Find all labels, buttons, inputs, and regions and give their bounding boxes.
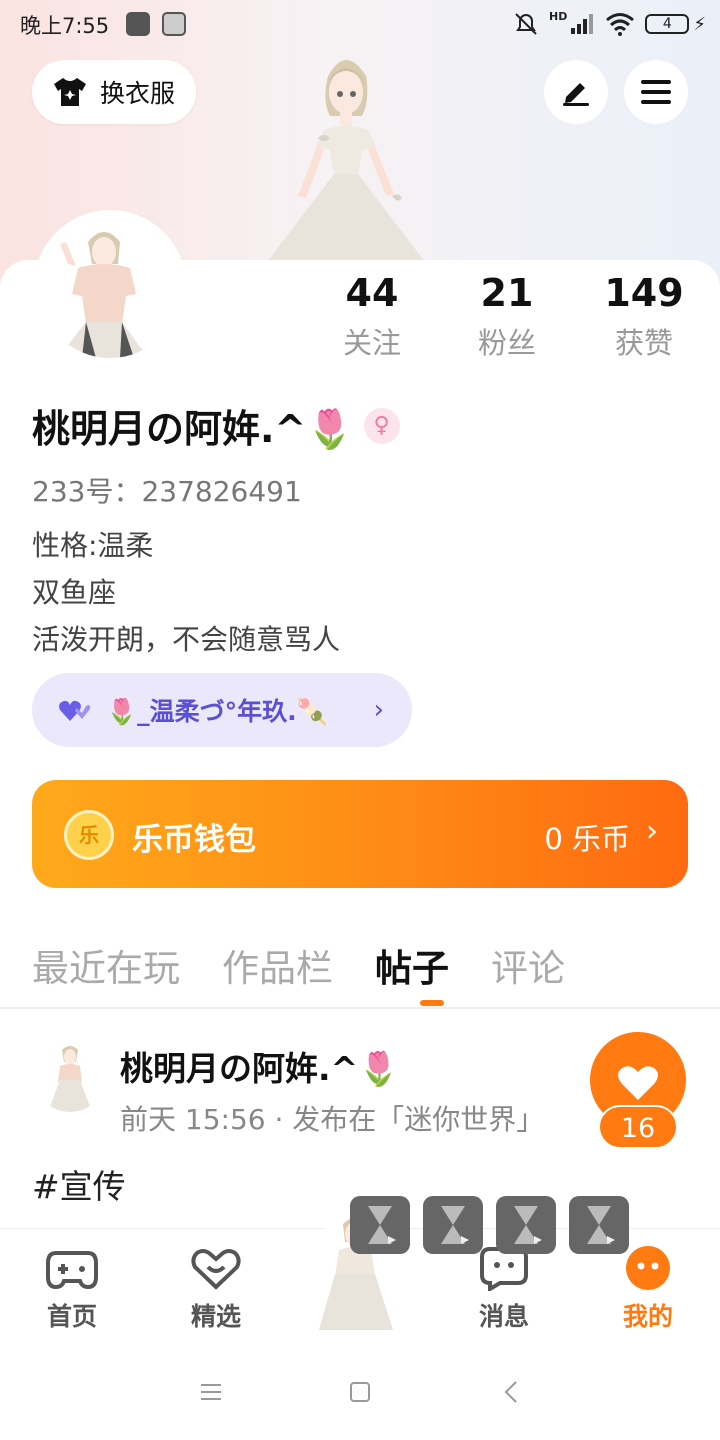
tab-comments[interactable]: 评论 <box>491 938 565 992</box>
post-content[interactable]: #宣传 <box>32 1160 126 1208</box>
female-icon: ♀ <box>363 407 400 444</box>
face-icon <box>626 1246 670 1290</box>
profile-name: 桃明月の阿姩.^🌷 <box>32 407 354 451</box>
nav-featured-label: 精选 <box>190 1302 241 1331</box>
nav-featured[interactable]: 精选 <box>166 1245 266 1333</box>
nav-messages[interactable]: 消息 <box>454 1245 554 1333</box>
post-author-avatar[interactable] <box>34 1040 106 1112</box>
status-time: 晚上7:55 <box>20 14 110 38</box>
nav-messages-label: 消息 <box>478 1302 529 1331</box>
heart-box-icon <box>191 1249 241 1290</box>
nav-me[interactable]: 我的 <box>598 1245 698 1333</box>
wifi-icon <box>606 13 635 36</box>
bio-line: 活泼开朗，不会随意骂人 <box>32 623 341 656</box>
recent-apps-icon[interactable] <box>200 1382 222 1402</box>
profile-tabs: 最近在玩 作品栏 帖子 评论 <box>32 938 565 992</box>
battery-icon: 4 <box>645 14 690 34</box>
followers-label: 粉丝 <box>477 326 536 360</box>
likes-count: 149 <box>604 271 684 315</box>
back-icon[interactable] <box>502 1380 520 1404</box>
profile-name-row: 桃明月の阿姩.^🌷 ♀ <box>32 398 400 453</box>
mute-icon <box>515 13 537 35</box>
menu-button[interactable] <box>624 60 688 124</box>
notification-icon <box>126 12 150 36</box>
followers-stat[interactable]: 21 粉丝 <box>442 270 572 362</box>
nav-me-label: 我的 <box>622 1302 673 1331</box>
wallet-title: 乐币钱包 <box>132 822 256 858</box>
signal-icon <box>571 14 594 34</box>
avatar-character-figure[interactable] <box>258 46 434 266</box>
profile-avatar[interactable] <box>34 210 186 362</box>
loading-hourglass-icon <box>569 1196 629 1254</box>
nav-home-label: 首页 <box>46 1302 97 1331</box>
following-count: 44 <box>345 271 399 315</box>
loading-hourglass-icon <box>496 1196 556 1254</box>
group-badge-label: 🌷_温柔づ°年玖.🍡 <box>106 697 328 726</box>
app-notification-icon <box>162 12 186 36</box>
change-outfit-button[interactable]: 换衣服 <box>32 60 196 124</box>
post-avatar-image <box>34 1040 106 1112</box>
likes-label: 获赞 <box>614 326 673 360</box>
tshirt-icon <box>54 78 86 106</box>
user-id[interactable]: 233号：237826491 <box>32 470 302 510</box>
tab-works[interactable]: 作品栏 <box>222 938 333 992</box>
following-label: 关注 <box>342 326 401 360</box>
chevron-right-icon: › <box>646 814 658 849</box>
home-square-icon[interactable] <box>349 1381 371 1403</box>
charging-icon: ⚡ <box>693 13 706 35</box>
wallet-balance: 0 乐币 <box>544 822 630 856</box>
pen-icon <box>563 83 589 106</box>
system-navigation-bar <box>0 1344 720 1440</box>
active-tab-indicator <box>420 1000 444 1006</box>
loading-hourglass-icon <box>423 1196 483 1254</box>
likes-stat[interactable]: 149 获赞 <box>579 270 709 362</box>
group-badge-button[interactable]: 🌷_温柔づ°年玖.🍡 › <box>32 673 412 747</box>
edit-profile-button[interactable] <box>544 60 608 124</box>
tabs-divider <box>0 1007 720 1009</box>
bio-line: 性格:温柔 <box>32 529 154 562</box>
network-type-label: HD <box>549 10 568 23</box>
bio-line: 双鱼座 <box>32 576 117 609</box>
nav-home[interactable]: 首页 <box>22 1245 122 1333</box>
tab-recently-played[interactable]: 最近在玩 <box>32 938 180 992</box>
followers-count: 21 <box>480 271 534 315</box>
chevron-right-icon: › <box>373 695 384 725</box>
following-stat[interactable]: 44 关注 <box>307 270 437 362</box>
wallet-card[interactable]: 乐 乐币钱包 0 乐币 › <box>32 780 688 888</box>
avatar-figure-image <box>38 214 182 358</box>
status-bar: 晚上7:55 HD 4 ⚡ <box>0 0 720 48</box>
gamepad-icon <box>46 1251 98 1290</box>
tab-posts[interactable]: 帖子 <box>375 938 449 992</box>
loading-hourglass-icon <box>350 1196 410 1254</box>
menu-icon <box>641 80 671 104</box>
like-count: 16 <box>598 1105 678 1149</box>
coin-icon: 乐 <box>64 810 114 860</box>
change-outfit-label: 换衣服 <box>100 79 176 108</box>
post-meta: 前天 15:56 · 发布在「迷你世界」 <box>120 1103 545 1136</box>
post-author-name[interactable]: 桃明月の阿姩.^🌷 <box>120 1042 399 1090</box>
hearts-icon <box>59 700 91 721</box>
